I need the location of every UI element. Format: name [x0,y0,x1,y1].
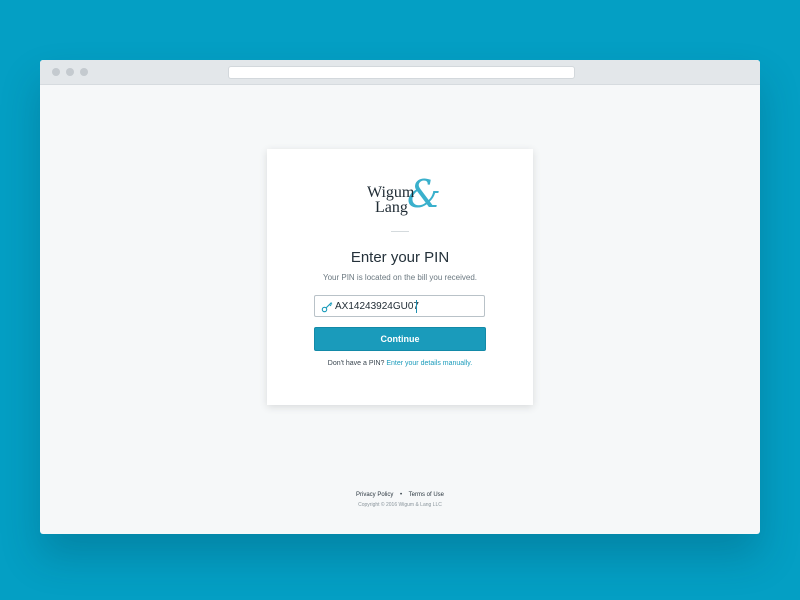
continue-button[interactable]: Continue [314,327,486,351]
text-caret [416,300,417,313]
help-line: Don't have a PIN? Enter your details man… [267,360,533,367]
help-text: Don't have a PIN? [327,360,385,367]
page-title: Enter your PIN [350,249,450,266]
close-window-dot[interactable] [52,68,60,76]
terms-of-use-link[interactable]: Terms of Use [409,492,444,498]
footer-separator: • [400,492,403,498]
browser-window: & Wigum Lang Enter your PIN Your PIN is … [40,60,760,534]
pin-field[interactable] [314,295,485,317]
pin-card: & Wigum Lang Enter your PIN Your PIN is … [267,149,533,405]
pin-input[interactable] [335,298,480,314]
logo-text-lang: Lang [375,199,408,216]
browser-titlebar [40,60,760,85]
brand-logo: & Wigum Lang [367,175,441,217]
logo-divider [391,231,409,232]
address-bar[interactable] [228,66,575,79]
copyright-text: Copyright © 2016 Wigum & Lang LLC [358,502,442,508]
footer: Privacy Policy • Terms of Use Copyright … [40,492,760,508]
page-subtitle: Your PIN is located on the bill you rece… [322,273,477,282]
minimize-window-dot[interactable] [66,68,74,76]
maximize-window-dot[interactable] [80,68,88,76]
key-icon [321,302,333,313]
privacy-policy-link[interactable]: Privacy Policy [356,492,393,498]
manual-entry-link[interactable]: Enter your details manually. [386,360,472,367]
footer-links: Privacy Policy • Terms of Use [40,492,760,498]
